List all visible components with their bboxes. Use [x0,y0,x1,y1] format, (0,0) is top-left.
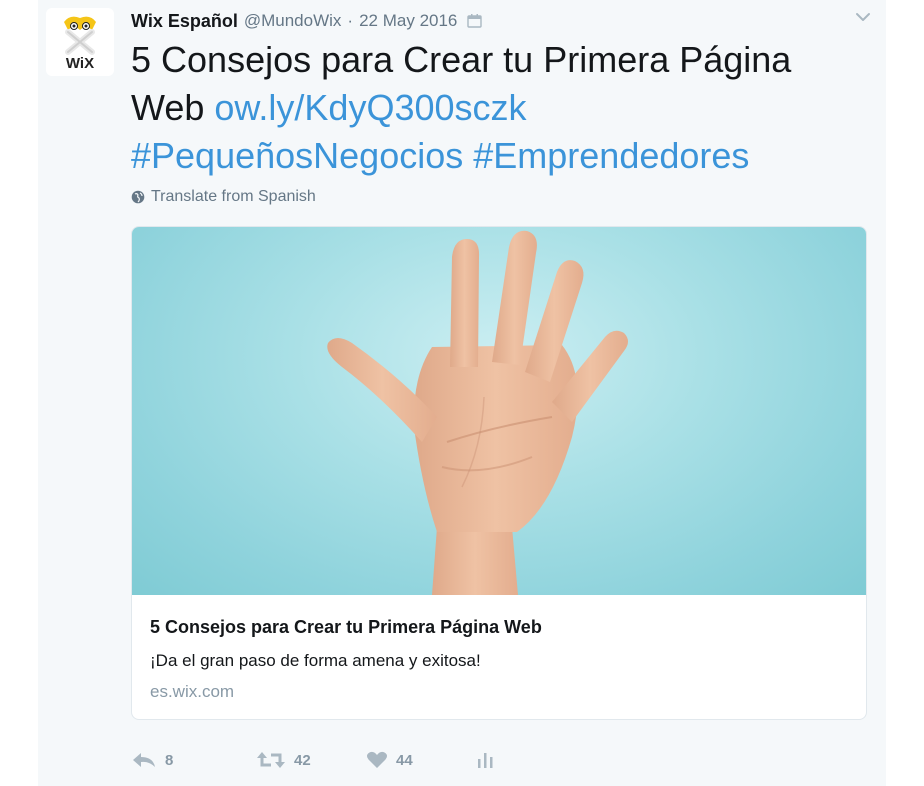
retweet-button[interactable]: 42 [256,751,366,769]
heart-icon [366,751,388,768]
card-title: 5 Consejos para Crear tu Primera Página … [150,617,542,637]
globe-icon [131,190,145,204]
analytics-button[interactable] [476,751,494,769]
reply-button[interactable]: 8 [131,751,256,769]
retweet-icon [257,752,285,768]
author-handle[interactable]: @MundoWix [244,11,342,31]
reply-count: 8 [165,751,174,769]
card-image [132,227,866,595]
tweet: WiX Wix Español @MundoWix · 22 May 2016 … [38,0,886,786]
analytics-icon [478,753,493,768]
tweet-link[interactable]: ow.ly/KdyQ300sczk [214,87,526,128]
card-description: ¡Da el gran paso de forma amena y exitos… [150,651,481,670]
translate-label: Translate from Spanish [151,188,316,205]
header-separator: · [347,11,354,30]
like-count: 44 [396,751,413,769]
tweet-date[interactable]: 22 May 2016 [359,11,457,31]
wix-logo-icon: WiX [64,16,96,72]
reply-icon [133,753,155,767]
link-card[interactable]: 5 Consejos para Crear tu Primera Página … [131,226,867,720]
hand-illustration [327,230,628,595]
tweet-header: Wix Español @MundoWix · 22 May 2016 [131,8,483,34]
tweet-text: 5 Consejos para Crear tu Primera Página … [131,36,851,180]
tweet-actions: 8 42 44 [131,748,494,772]
card-domain: es.wix.com [150,682,235,701]
calendar-icon [467,14,483,28]
translate-button[interactable]: Translate from Spanish [131,186,316,208]
tweet-hashtags[interactable]: #PequeñosNegocios #Emprendedores [131,135,749,176]
wix-logo-text: WiX [66,55,94,72]
chevron-down-icon[interactable] [854,10,872,24]
avatar[interactable]: WiX [46,8,114,76]
like-button[interactable]: 44 [366,751,476,769]
author-name[interactable]: Wix Español [131,11,238,32]
retweet-count: 42 [294,751,311,769]
